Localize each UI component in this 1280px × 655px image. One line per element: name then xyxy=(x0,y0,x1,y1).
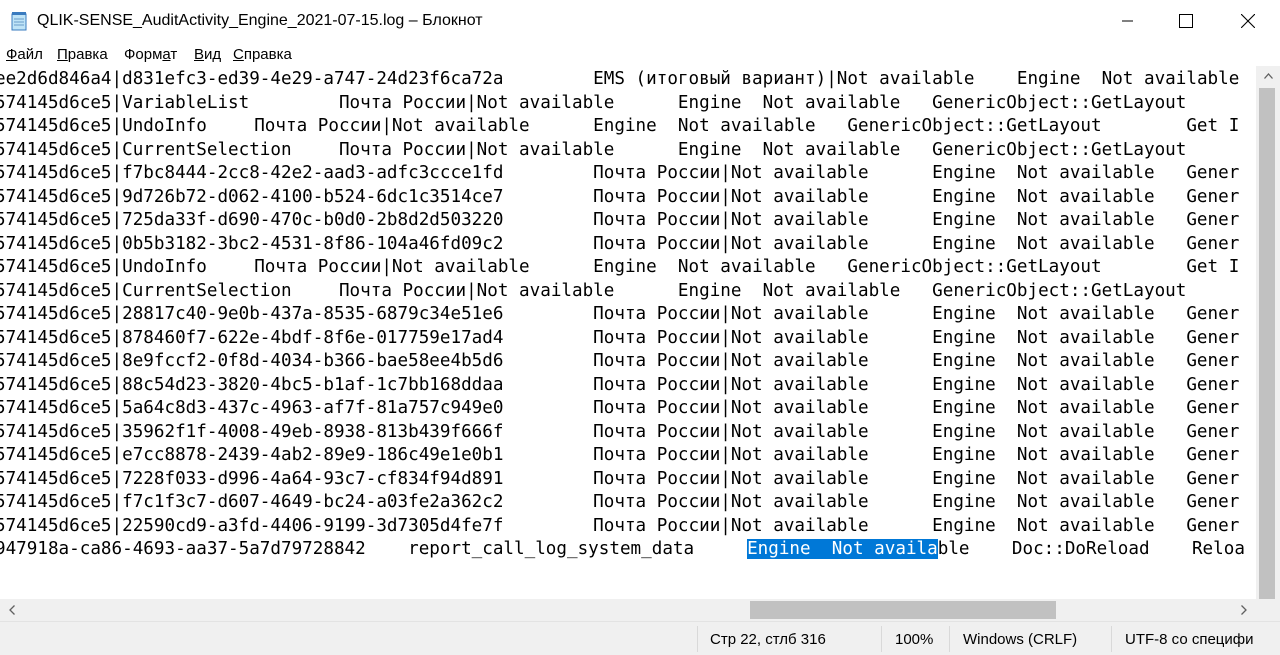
maximize-button[interactable] xyxy=(1156,0,1216,42)
status-separator xyxy=(697,626,698,652)
menu-file[interactable]: Файл xyxy=(6,46,43,63)
menu-help[interactable]: Справка xyxy=(233,46,292,63)
text-line: ee2d6d846a4|d831efc3-ed39-4e29-a747-24d2… xyxy=(0,69,1240,89)
scroll-up-button[interactable] xyxy=(1256,66,1280,86)
title-bar[interactable]: QLIK-SENSE_AuditActivity_Engine_2021-07-… xyxy=(0,0,1280,42)
text-line: 574145d6ce5|88c54d23-3820-4bc5-b1af-1c7b… xyxy=(0,374,1240,395)
text-line: 574145d6ce5|35962f1f-4008-49eb-8938-813b… xyxy=(0,421,1240,442)
text-line: 574145d6ce5|e7cc8878-2439-4ab2-89e9-186c… xyxy=(0,445,1240,465)
text-lines: ee2d6d846a4|d831efc3-ed39-4e29-a747-24d2… xyxy=(0,68,1245,562)
menu-format[interactable]: Формат xyxy=(124,46,177,63)
notepad-icon xyxy=(11,11,28,31)
text-line: 574145d6ce5|28817c40-9e0b-437a-8535-6879… xyxy=(0,304,1240,324)
text-line: 574145d6ce5|f7c1f3c7-d607-4649-bc24-a03f… xyxy=(0,492,1240,512)
status-separator xyxy=(1111,626,1112,652)
close-icon xyxy=(1241,14,1255,28)
text-line: 574145d6ce5|f7bc8444-2cc8-42e2-aad3-adfc… xyxy=(0,163,1240,183)
horizontal-scrollbar[interactable] xyxy=(0,599,1256,621)
text-line: 574145d6ce5|UndoInfo Почта России|Not av… xyxy=(0,116,1240,136)
menu-view[interactable]: Вид xyxy=(194,46,221,63)
menu-bar: Файл Правка Формат Вид Справка xyxy=(0,42,1280,66)
scroll-left-button[interactable] xyxy=(0,599,24,621)
minimize-button[interactable] xyxy=(1098,0,1158,42)
cursor-position: Стр 22, стлб 316 xyxy=(710,631,826,648)
text-line: 574145d6ce5|VariableList Почта России|No… xyxy=(0,92,1187,113)
maximize-icon xyxy=(1179,14,1193,28)
text-editor[interactable]: ee2d6d846a4|d831efc3-ed39-4e29-a747-24d2… xyxy=(0,66,1256,599)
minimize-icon xyxy=(1122,20,1133,22)
chevron-right-icon xyxy=(1241,605,1247,615)
zoom-level: 100% xyxy=(895,631,934,648)
line-ending: Windows (CRLF) xyxy=(963,631,1078,648)
close-button[interactable] xyxy=(1218,0,1278,42)
text-selection: Engine Not availa xyxy=(747,539,938,559)
vertical-scroll-thumb[interactable] xyxy=(1259,88,1275,638)
text-line-current: 947918a-ca86-4693-aa37-5a7d79728842 repo… xyxy=(0,539,1245,559)
encoding: UTF-8 со специфи xyxy=(1125,631,1254,648)
status-separator xyxy=(881,626,882,652)
text-line: 574145d6ce5|8e9fccf2-0f8d-4034-b366-bae5… xyxy=(0,351,1240,371)
scroll-right-button[interactable] xyxy=(1232,599,1256,621)
text-line: 574145d6ce5|7228f033-d996-4a64-93c7-cf83… xyxy=(0,468,1240,489)
scrollbar-corner xyxy=(1256,599,1280,621)
text-line: 574145d6ce5|22590cd9-a3fd-4406-9199-3d73… xyxy=(0,515,1240,536)
text-line: 574145d6ce5|UndoInfo Почта России|Not av… xyxy=(0,257,1240,277)
window-title: QLIK-SENSE_AuditActivity_Engine_2021-07-… xyxy=(37,12,483,29)
text-line: 574145d6ce5|9d726b72-d062-4100-b524-6dc1… xyxy=(0,186,1240,207)
text-line: 574145d6ce5|0b5b3182-3bc2-4531-8f86-104a… xyxy=(0,233,1240,254)
text-line: 574145d6ce5|878460f7-622e-4bdf-8f6e-0177… xyxy=(0,327,1240,348)
text-line: 574145d6ce5|CurrentSelection Почта Росси… xyxy=(0,280,1187,301)
status-separator xyxy=(949,626,950,652)
chevron-left-icon xyxy=(9,605,15,615)
vertical-scrollbar[interactable] xyxy=(1256,66,1280,638)
text-line: 574145d6ce5|725da33f-d690-470c-b0d0-2b8d… xyxy=(0,210,1240,230)
menu-edit[interactable]: Правка xyxy=(57,46,108,63)
horizontal-scroll-thumb[interactable] xyxy=(750,601,1056,619)
chevron-up-icon xyxy=(1263,73,1273,79)
status-bar: Стр 22, стлб 316 100% Windows (CRLF) UTF… xyxy=(0,621,1280,655)
text-line: 574145d6ce5|CurrentSelection Почта Росси… xyxy=(0,139,1187,160)
text-line: 574145d6ce5|5a64c8d3-437c-4963-af7f-81a7… xyxy=(0,398,1240,418)
